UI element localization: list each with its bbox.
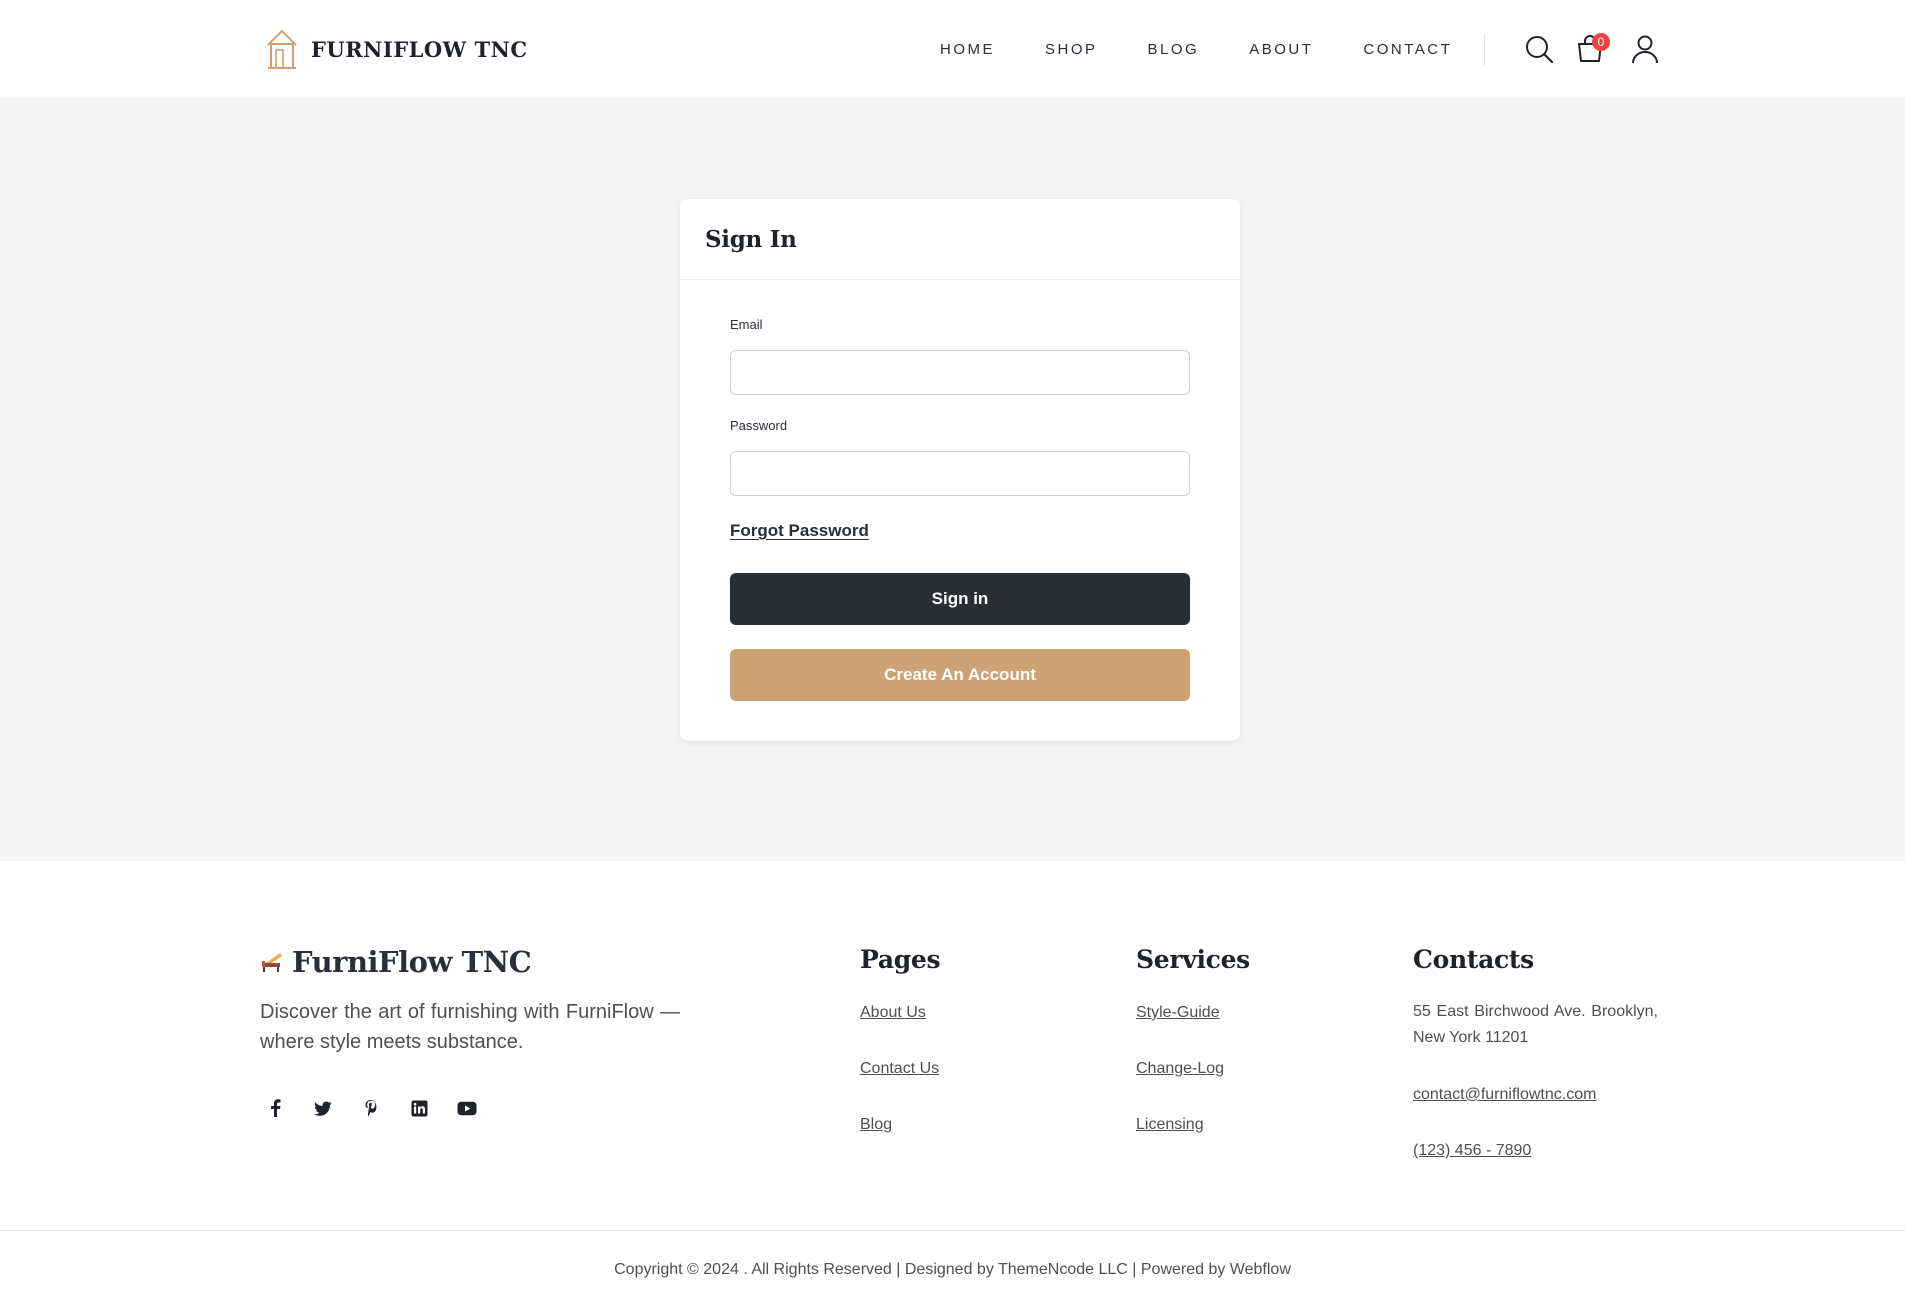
linkedin-icon[interactable] (409, 1098, 429, 1118)
house-logo-icon (267, 29, 297, 69)
signin-button[interactable]: Sign in (730, 573, 1190, 625)
contact-phone-link[interactable]: (123) 456 - 7890 (1413, 1142, 1531, 1160)
nav-about[interactable]: ABOUT (1249, 41, 1313, 58)
footer-link-blog[interactable]: Blog (860, 1116, 892, 1134)
copyright-text: Copyright © 2024 . All Rights Reserved |… (614, 1261, 1291, 1278)
pinterest-icon[interactable] (361, 1098, 381, 1118)
nav-contact[interactable]: CONTACT (1363, 41, 1452, 58)
contact-address: 55 East Birchwood Ave. Brooklyn, New Yor… (1413, 1003, 1658, 1046)
footer-link-change-log[interactable]: Change-Log (1136, 1060, 1224, 1078)
youtube-icon[interactable] (457, 1098, 477, 1118)
signin-card: Sign In Email Password Forgot Password S… (680, 199, 1240, 741)
footer-link-about-us[interactable]: About Us (860, 1004, 926, 1022)
footer-divider (0, 1230, 1905, 1231)
nav-divider (1484, 34, 1485, 66)
footer-brand-logo[interactable]: FurniFlow TNC (260, 945, 532, 979)
social-links (265, 1098, 505, 1118)
cart-count-badge: 0 (1592, 33, 1610, 51)
facebook-icon[interactable] (265, 1098, 285, 1118)
nav-shop[interactable]: SHOP (1045, 41, 1098, 58)
site-footer: FurniFlow TNC Discover the art of furnis… (0, 861, 1905, 1314)
create-account-button[interactable]: Create An Account (730, 649, 1190, 701)
footer-link-licensing[interactable]: Licensing (1136, 1116, 1204, 1134)
main-content: Sign In Email Password Forgot Password S… (0, 99, 1905, 861)
footer-pages-column: Pages About Us Contact Us Blog (860, 945, 941, 1133)
footer-services-column: Services Style-Guide Change-Log Licensin… (1136, 945, 1250, 1133)
main-nav: HOME SHOP BLOG ABOUT CONTACT (940, 41, 1502, 58)
signin-title: Sign In (705, 226, 797, 253)
email-label: Email (730, 317, 763, 332)
footer-link-style-guide[interactable]: Style-Guide (1136, 1004, 1220, 1022)
password-field[interactable] (730, 451, 1190, 496)
pages-heading: Pages (860, 945, 941, 974)
chair-logo-icon (262, 953, 282, 972)
brand-name: FURNIFLOW TNC (311, 36, 528, 62)
site-header: FURNIFLOW TNC HOME SHOP BLOG ABOUT CONTA… (0, 0, 1905, 99)
contact-email-link[interactable]: contact@furniflowtnc.com (1413, 1086, 1596, 1104)
footer-link-contact-us[interactable]: Contact Us (860, 1060, 939, 1078)
services-heading: Services (1136, 945, 1250, 974)
brand-logo[interactable]: FURNIFLOW TNC (265, 28, 528, 70)
footer-brand-name: FurniFlow TNC (292, 945, 532, 979)
password-label: Password (730, 418, 788, 433)
twitter-icon[interactable] (313, 1098, 333, 1118)
user-icon[interactable] (1630, 34, 1660, 64)
nav-blog[interactable]: BLOG (1148, 41, 1200, 58)
forgot-password-link[interactable]: Forgot Password (730, 521, 869, 541)
footer-contacts-column: Contacts 55 East Birchwood Ave. Brooklyn… (1413, 945, 1658, 1159)
signin-card-header: Sign In (680, 199, 1240, 280)
footer-description: Discover the art of furnishing with Furn… (260, 1001, 680, 1053)
search-icon[interactable] (1524, 34, 1554, 64)
contacts-heading: Contacts (1413, 945, 1534, 974)
nav-home[interactable]: HOME (940, 41, 995, 58)
email-field[interactable] (730, 350, 1190, 395)
